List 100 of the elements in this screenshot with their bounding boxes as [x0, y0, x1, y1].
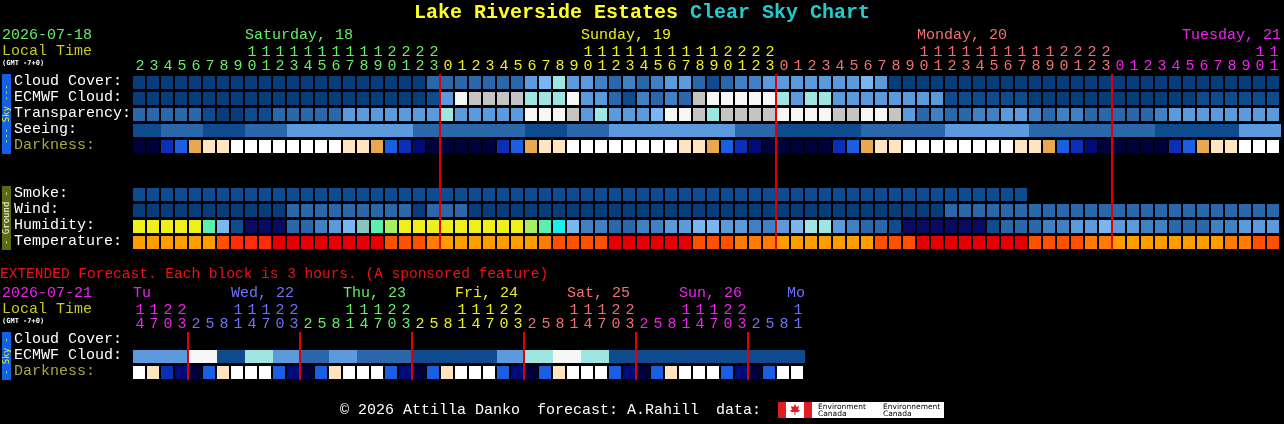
day-title: Tuesday, 21 [1181, 28, 1281, 44]
hour-label: 4 [1171, 60, 1181, 74]
hour-label: 20 [387, 46, 397, 74]
hour-label: 12 [275, 46, 285, 74]
hour-label: 1 [457, 60, 467, 74]
day-title: Wed, 22 [231, 286, 294, 302]
hour-label: 8 [219, 318, 229, 332]
day-title: Thu, 23 [343, 286, 406, 302]
hour-label: 14 [135, 304, 145, 332]
hour-label: 4 [499, 60, 509, 74]
hour-label: 10 [247, 46, 257, 74]
location-title: Lake Riverside Estates [413, 0, 678, 24]
hour-label: 2 [527, 318, 537, 332]
extended-forecast-notice: EXTENDED Forecast. Each block is 3 hours. (A sponsored feature) [0, 266, 550, 282]
row-label: Seeing: [14, 122, 78, 138]
hour-label: 11 [233, 304, 243, 332]
hour-label: 8 [219, 60, 229, 74]
hour-label: 19 [373, 46, 383, 74]
hour-label: 15 [653, 46, 663, 74]
hour-label: 22 [415, 46, 425, 74]
hour-label: 8 [891, 60, 901, 74]
hour-label: 20 [499, 304, 509, 332]
row-label: ECMWF Cloud: [14, 348, 124, 364]
hour-label: 10 [919, 46, 929, 74]
hour-label: 10 [583, 46, 593, 74]
hour-label: 5 [177, 60, 187, 74]
hour-label: 18 [695, 46, 705, 74]
day-title: Fri, 24 [455, 286, 518, 302]
hour-label: 5 [849, 60, 859, 74]
hour-label: 1 [793, 60, 803, 74]
chart-title: Clear Sky Chart [690, 0, 871, 24]
hour-label: 3 [1157, 60, 1167, 74]
hour-label: 8 [779, 318, 789, 332]
hour-label: 17 [597, 304, 607, 332]
section-label: - Sky - [2, 332, 11, 380]
hour-label: 13 [289, 46, 299, 74]
day-title: Sat, 25 [567, 286, 630, 302]
hour-label: 2 [415, 318, 425, 332]
hour-label: 14 [583, 304, 593, 332]
hour-label: 14 [247, 304, 257, 332]
hour-label: 2 [471, 60, 481, 74]
hour-label: 2 [807, 60, 817, 74]
hour-label: 3 [821, 60, 831, 74]
hour-label: 14 [471, 304, 481, 332]
hour-label: 7 [877, 60, 887, 74]
hour-label: 23 [401, 304, 411, 332]
hour-label: 0 [1115, 60, 1125, 74]
hour-label: 11 [261, 46, 271, 74]
row-label: Cloud Cover: [14, 74, 124, 90]
hour-label: 17 [261, 304, 271, 332]
day-title: Mo [787, 286, 805, 302]
hour-label: 8 [331, 318, 341, 332]
section-label: - Ground - [2, 186, 11, 250]
hour-label: 8 [555, 318, 565, 332]
hour-label: 23 [737, 304, 747, 332]
hour-label: 0 [443, 60, 453, 74]
hour-label: 23 [429, 46, 439, 74]
hour-label: 5 [317, 318, 327, 332]
row-label: Humidity: [14, 218, 96, 234]
hour-label: 11 [681, 304, 691, 332]
hour-label: 23 [625, 304, 635, 332]
hour-label: 2 [751, 318, 761, 332]
hour-label: 9 [569, 60, 579, 74]
hour-label: 1 [1129, 60, 1139, 74]
hour-label: 6 [1199, 60, 1209, 74]
hour-label: 17 [149, 304, 159, 332]
hour-label: 5 [205, 318, 215, 332]
hour-label: 15 [989, 46, 999, 74]
hour-label: 4 [163, 60, 173, 74]
hour-label: 21 [1073, 46, 1083, 74]
hour-label: 21 [401, 46, 411, 74]
hour-label: 20 [275, 304, 285, 332]
row-label: Cloud Cover: [14, 332, 124, 348]
hour-label: 5 [653, 318, 663, 332]
hour-label: 23 [177, 304, 187, 332]
hour-label: 20 [1059, 46, 1069, 74]
hour-label: 6 [863, 60, 873, 74]
copyright-text: © 2026 Attilla Danko [339, 401, 520, 419]
hour-label: 17 [681, 46, 691, 74]
date-label: 2026-07-18 [2, 28, 93, 44]
hour-label: 0 [779, 60, 789, 74]
hour-label: 5 [541, 318, 551, 332]
hour-label: 5 [429, 318, 439, 332]
day-title: Saturday, 18 [245, 28, 354, 44]
hour-label: 20 [723, 46, 733, 74]
hour-label: 14 [695, 304, 705, 332]
hour-label: 5 [1185, 60, 1195, 74]
hour-label: 8 [443, 318, 453, 332]
day-title: Monday, 20 [917, 28, 1007, 44]
hour-label: 17 [373, 304, 383, 332]
hour-label: 2 [639, 318, 649, 332]
data-label: data: [716, 401, 762, 419]
hour-label: 5 [765, 318, 775, 332]
hour-label: 11 [457, 304, 467, 332]
local-time-label: Local Time [2, 44, 93, 59]
hour-label: 12 [611, 46, 621, 74]
hour-label: 9 [233, 60, 243, 74]
flag-icon [778, 402, 813, 418]
hour-label: 19 [1045, 46, 1055, 74]
hour-label: 2 [1143, 60, 1153, 74]
